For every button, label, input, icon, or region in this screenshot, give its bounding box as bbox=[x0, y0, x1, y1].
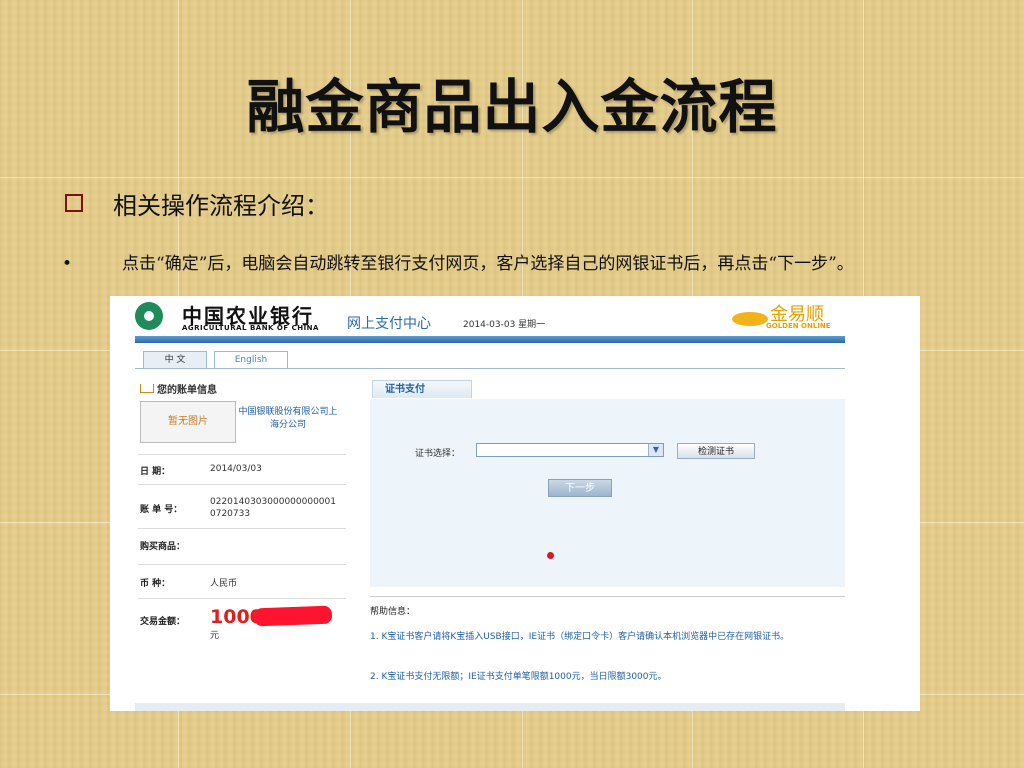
golden-online-logo-icon bbox=[732, 312, 768, 326]
partner-logo-en: GOLDEN ONLINE bbox=[766, 322, 831, 330]
divider bbox=[370, 596, 845, 597]
bill-number-label: 账 单 号： bbox=[140, 505, 183, 515]
chevron-down-icon[interactable]: ▼ bbox=[648, 444, 663, 456]
cert-select-label: 证书选择： bbox=[415, 449, 461, 459]
currency-label: 币 种： bbox=[140, 579, 171, 589]
account-info-title-text: 您的账单信息 bbox=[157, 385, 217, 396]
goods-label: 购买商品： bbox=[140, 542, 186, 552]
account-info-title: 您的账单信息 bbox=[140, 381, 217, 396]
footer-bar bbox=[135, 703, 845, 711]
tab-cert-payment[interactable]: 证书支付 bbox=[372, 380, 472, 398]
cert-select-dropdown[interactable]: ▼ bbox=[476, 443, 664, 457]
bank-name-en: AGRICULTURAL BANK OF CHINA bbox=[182, 324, 319, 332]
detect-cert-button[interactable]: 检测证书 bbox=[677, 443, 755, 459]
date-value: 2014/03/03 bbox=[210, 464, 262, 474]
highlight-dot-marker bbox=[547, 552, 554, 559]
cart-icon bbox=[140, 384, 154, 393]
abc-bank-logo-icon bbox=[135, 302, 163, 330]
bg-grid-line bbox=[0, 177, 1024, 178]
tab-divider bbox=[135, 368, 845, 369]
divider bbox=[138, 598, 346, 599]
divider bbox=[138, 528, 346, 529]
currency-value: 人民币 bbox=[210, 579, 238, 589]
bullet-text: 点击“确定”后，电脑会自动跳转至银行支付网页，客户选择自己的网银证书后，再点击“… bbox=[122, 254, 854, 274]
date-label: 日 期： bbox=[140, 467, 171, 477]
tab-chinese[interactable]: 中 文 bbox=[143, 351, 207, 368]
slide-title: 融金商品出入金流程 bbox=[246, 73, 778, 141]
header-date: 2014-03-03 星期一 bbox=[463, 320, 546, 330]
header-bar bbox=[135, 336, 845, 343]
pay-center-title: 网上支付中心 bbox=[347, 316, 431, 332]
help-item-1: 1. K宝证书客户请将K宝插入USB接口，IE证书（绑定口令卡）客户请确认本机浏… bbox=[370, 632, 790, 642]
help-item-2: 2. K宝证书支付无限额；IE证书支付单笔限额1000元，当日限额3000元。 bbox=[370, 672, 667, 682]
square-bullet-icon bbox=[65, 194, 83, 212]
bill-number-value: 02201403030000000000010720733 bbox=[210, 497, 336, 519]
amount-unit: 元 bbox=[210, 631, 220, 641]
tab-english[interactable]: English bbox=[214, 351, 288, 368]
merchant-image-placeholder: 暂无图片 bbox=[140, 401, 236, 443]
divider bbox=[138, 564, 346, 565]
section-heading-text: 相关操作流程介绍： bbox=[113, 192, 329, 220]
amount-label: 交易金额： bbox=[140, 617, 186, 627]
next-step-button[interactable]: 下一步 bbox=[548, 479, 612, 497]
bullet-dot: • bbox=[62, 254, 73, 274]
merchant-name: 中国银联股份有限公司上海分公司 bbox=[238, 407, 338, 430]
bank-payment-screenshot: 中国农业银行 AGRICULTURAL BANK OF CHINA 网上支付中心… bbox=[110, 296, 920, 711]
redaction-scribble bbox=[253, 605, 333, 627]
divider bbox=[138, 454, 346, 455]
bullet-paragraph: • 点击“确定”后，电脑会自动跳转至银行支付网页，客户选择自己的网银证书后，再点… bbox=[62, 252, 962, 277]
section-heading: 相关操作流程介绍： bbox=[65, 186, 329, 221]
divider bbox=[138, 484, 346, 485]
help-title: 帮助信息： bbox=[370, 607, 416, 617]
